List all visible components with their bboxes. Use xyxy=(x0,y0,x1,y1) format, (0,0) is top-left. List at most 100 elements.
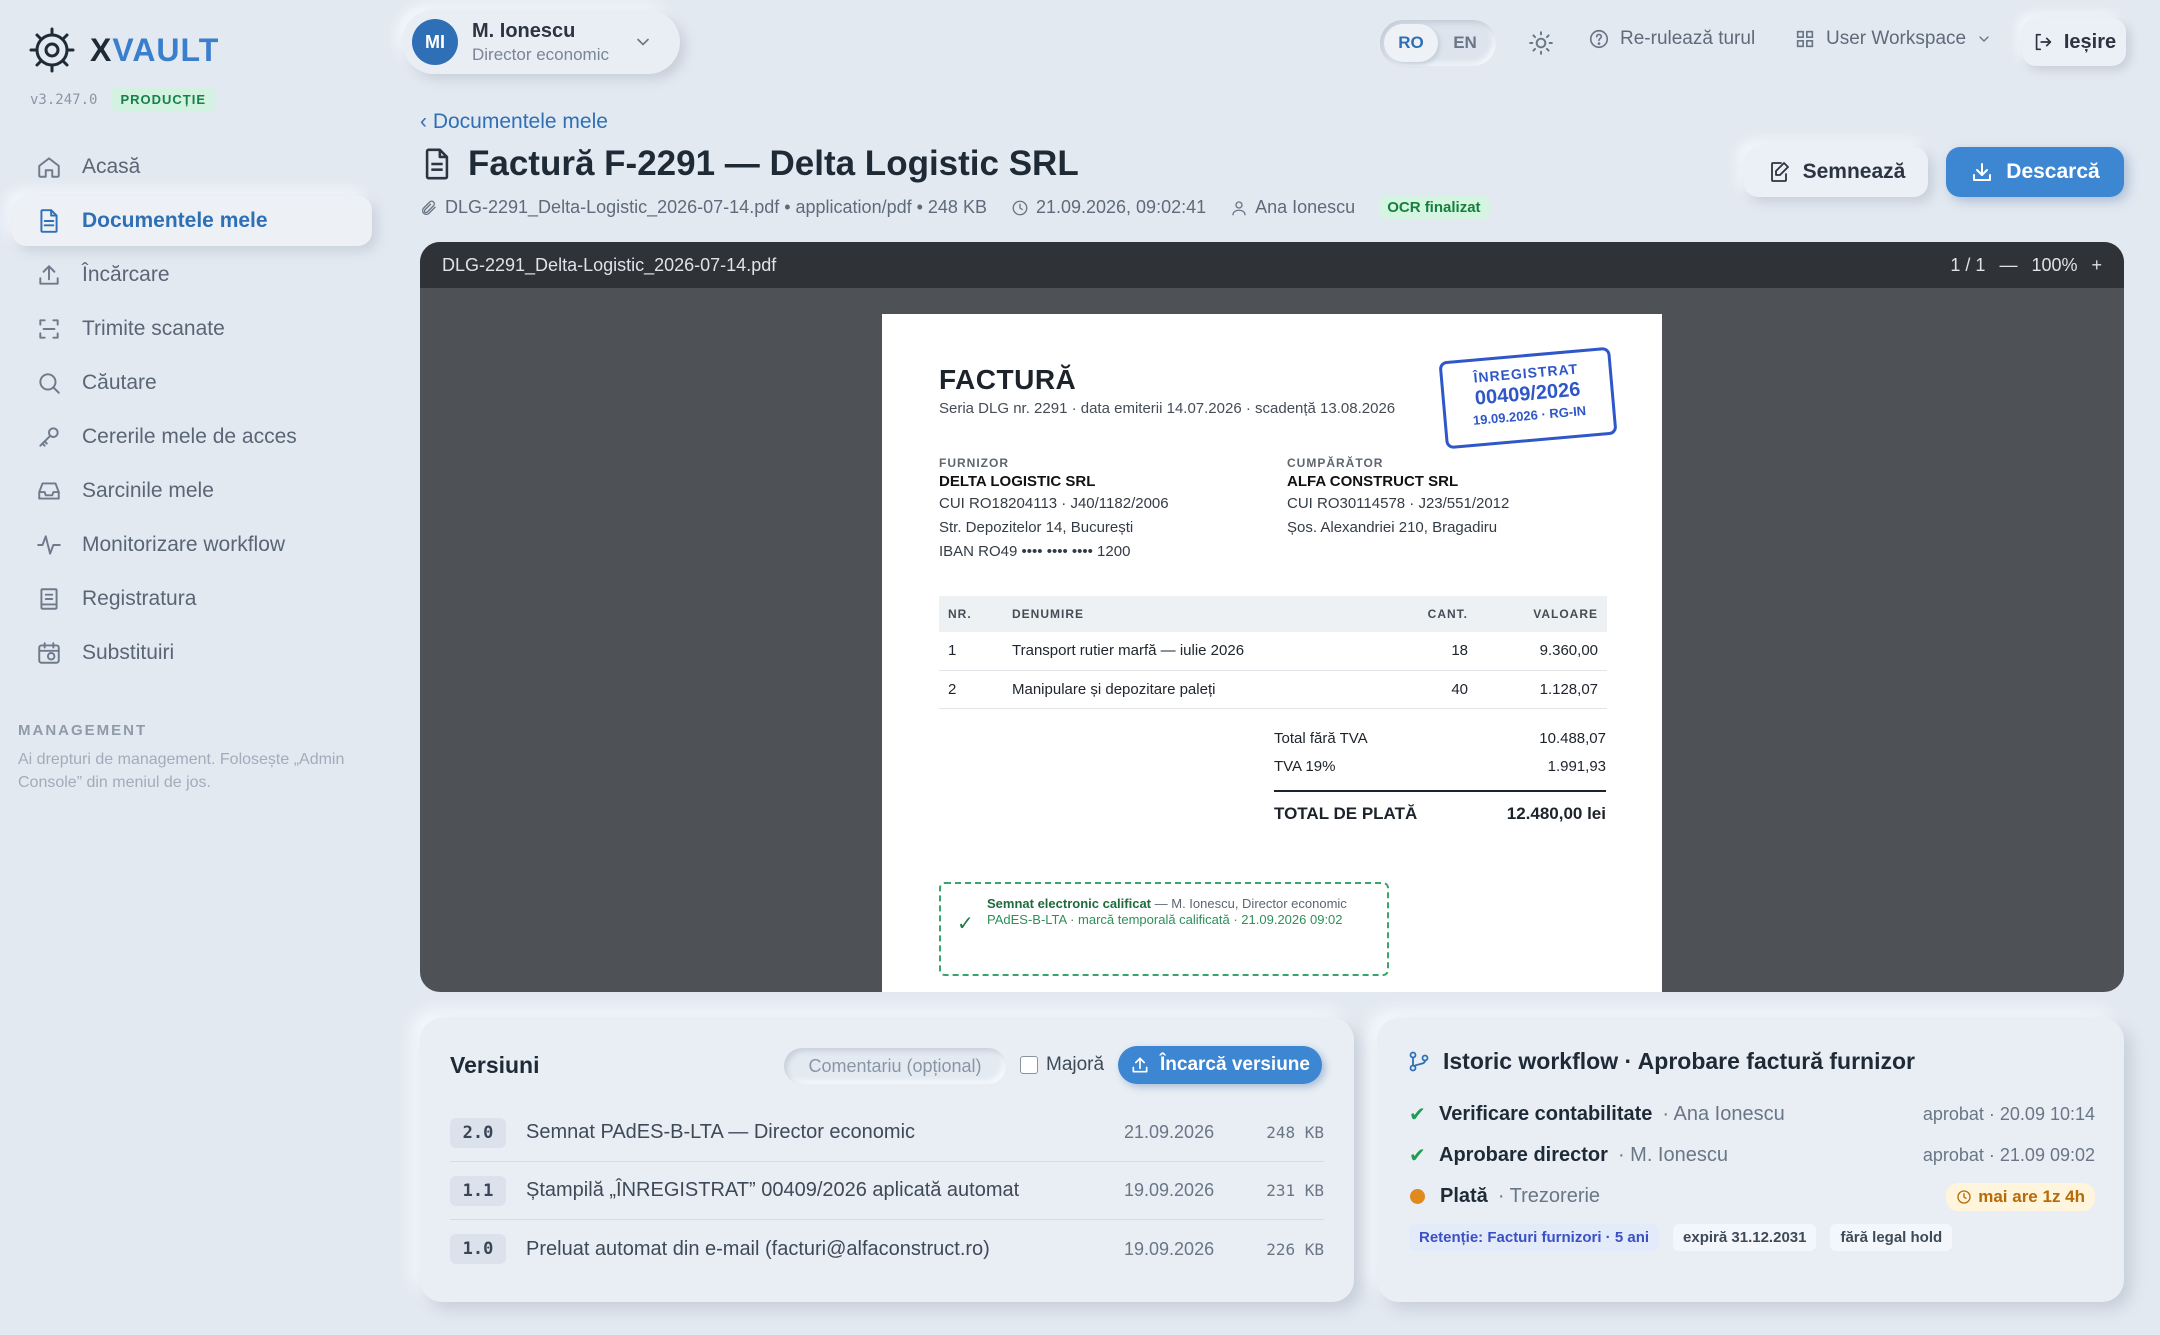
version-row[interactable]: 1.1 Ștampilă „ÎNREGISTRAT” 00409/2026 ap… xyxy=(450,1162,1324,1220)
version-row[interactable]: 1.0 Preluat automat din e-mail (facturi@… xyxy=(450,1220,1324,1278)
workflow-step: ✔ Verificare contabilitate · Ana Ionescu… xyxy=(1409,1094,2095,1135)
supplier-line1: CUI RO18204113 · J40/1182/2006 xyxy=(939,495,1169,512)
sign-button[interactable]: Semnează xyxy=(1744,147,1928,197)
logout-button[interactable]: Ieșire xyxy=(2022,18,2126,66)
supplier-line3: IBAN RO49 •••• •••• •••• 1200 xyxy=(939,543,1131,560)
upload-icon xyxy=(1132,1057,1148,1073)
sidebar-item-substituiri[interactable]: Substituiri xyxy=(12,628,372,678)
sidebar-item-label: Încărcare xyxy=(82,263,170,286)
version-size: 231 KB xyxy=(1266,1181,1324,1200)
retention-policy-badge[interactable]: Retenție: Facturi furnizori · 5 ani xyxy=(1409,1224,1660,1251)
workspace-label: User Workspace xyxy=(1826,28,1967,49)
pdf-viewer[interactable]: DLG-2291_Delta-Logistic_2026-07-14.pdf 1… xyxy=(420,242,2124,992)
user-menu[interactable]: MI M. Ionescu Director economic xyxy=(402,10,680,74)
version-description: Preluat automat din e-mail (facturi@alfa… xyxy=(526,1237,990,1260)
sidebar-item-label: Trimite scanate xyxy=(82,317,225,340)
user-info: M. Ionescu Director economic xyxy=(472,20,609,65)
version-description: Semnat PAdES-B-LTA — Director economic xyxy=(526,1121,916,1143)
version-date: 21.09.2026 xyxy=(1124,1122,1215,1142)
theme-toggle-button[interactable] xyxy=(1528,30,1554,56)
major-version-checkbox[interactable]: Majoră xyxy=(1020,1054,1104,1076)
version-comment-input[interactable] xyxy=(784,1048,1006,1084)
clock-icon xyxy=(1957,1189,1971,1204)
workflow-step-assignee: · Trezorerie xyxy=(1497,1185,1601,1207)
sidebar-item-incarcare[interactable]: Încărcare xyxy=(12,250,372,300)
sun-icon xyxy=(1529,31,1553,55)
chevron-down-icon xyxy=(637,38,649,46)
sidebar-item-documentele-mele[interactable]: Documentele mele xyxy=(12,196,372,246)
version-row[interactable]: 2.0 Semnat PAdES-B-LTA — Director econom… xyxy=(450,1104,1324,1162)
sidebar-item-sarcinile-mele[interactable]: Sarcinile mele xyxy=(12,466,372,516)
help-circle-icon xyxy=(1589,29,1609,49)
workflow-step-status: aprobat · 21.09 09:02 xyxy=(1922,1145,2095,1165)
sidebar-item-cererile-de-acces[interactable]: Cererile mele de acces xyxy=(12,412,372,462)
environment-badge: PRODUCȚIE xyxy=(111,88,215,111)
invoice-items-table: NR. DENUMIRE CANT. VALOARE 1 Transport r… xyxy=(939,596,1607,709)
check-icon: ✔ xyxy=(1409,1145,1426,1167)
supplier-line2: Str. Depozitelor 14, București xyxy=(939,519,1134,536)
sidebar-item-acasa[interactable]: Acasă xyxy=(12,142,372,192)
download-button[interactable]: Descarcă xyxy=(1946,147,2124,197)
registration-stamp: ÎNREGISTRAT 00409/2026 19.09.2026 · RG-I… xyxy=(1438,346,1618,450)
rerun-tour-button[interactable]: Re-rulează turul xyxy=(1588,28,1755,50)
supplier-name: DELTA LOGISTIC SRL xyxy=(939,473,1096,490)
zoom-out-button[interactable]: — xyxy=(1999,255,2017,276)
back-link[interactable]: ‹ Documentele mele xyxy=(420,110,608,134)
sidebar-item-cautare[interactable]: Căutare xyxy=(12,358,372,408)
buyer-line1: CUI RO30114578 · J23/551/2012 xyxy=(1287,495,1510,512)
buyer-line2: Șos. Alexandriei 210, Bragadiru xyxy=(1287,519,1498,536)
upload-icon xyxy=(39,265,59,285)
workflow-step: ✔ Aprobare director · M. Ionescu aprobat… xyxy=(1409,1135,2095,1176)
upload-version-button[interactable]: Încarcă versiune xyxy=(1118,1046,1322,1084)
scan-icon xyxy=(39,319,59,339)
column-nr: NR. xyxy=(939,596,1003,632)
viewer-filename: DLG-2291_Delta-Logistic_2026-07-14.pdf xyxy=(442,254,777,275)
total-vat-label: TVA 19% xyxy=(1274,757,1336,775)
sign-edit-icon xyxy=(1770,162,1789,182)
lang-ro-button[interactable]: RO xyxy=(1384,24,1438,62)
version-date: 19.09.2026 xyxy=(1124,1238,1215,1259)
download-label: Descarcă xyxy=(2006,160,2100,183)
total-vat-row: TVA 19% 1.991,93 xyxy=(1274,752,1606,780)
grid-icon xyxy=(1796,30,1814,48)
git-branch-icon xyxy=(1409,1051,1429,1071)
legal-hold-badge: fără legal hold xyxy=(1830,1224,1953,1251)
row-value: 9.360,00 xyxy=(1477,632,1607,671)
sidebar-item-label: Căutare xyxy=(82,371,157,394)
workspace-selector[interactable]: User Workspace xyxy=(1794,28,1992,50)
checkbox-box[interactable] xyxy=(1020,1056,1038,1074)
sidebar-item-monitorizare-workflow[interactable]: Monitorizare workflow xyxy=(12,520,372,570)
zoom-in-button[interactable]: + xyxy=(2091,255,2102,276)
table-header-row: NR. DENUMIRE CANT. VALOARE xyxy=(939,596,1607,632)
zoom-level: 100% xyxy=(2031,254,2078,275)
sidebar-item-registratura[interactable]: Registratura xyxy=(12,574,372,624)
versions-list: 2.0 Semnat PAdES-B-LTA — Director econom… xyxy=(450,1104,1324,1278)
row-name: Manipulare și depozitare paleți xyxy=(1003,670,1377,709)
rerun-tour-label: Re-rulează turul xyxy=(1620,28,1756,49)
buyer-block: CUMPĂRĂTOR ALFA CONSTRUCT SRL CUI RO3011… xyxy=(1287,454,1509,540)
app-logo[interactable]: XVAULT xyxy=(28,26,219,74)
document-title-row: Factură F-2291 — Delta Logistic SRL xyxy=(420,144,1079,184)
column-qty: CANT. xyxy=(1377,596,1477,632)
workflow-step-name: Plată xyxy=(1440,1185,1488,1207)
calendar-swap-icon xyxy=(38,642,60,664)
workflow-header: Istoric workflow · Aprobare factură furn… xyxy=(1407,1048,1915,1075)
invoice-subtitle: Seria DLG nr. 2291 · data emiterii 14.07… xyxy=(939,400,1396,417)
viewer-toolbar: DLG-2291_Delta-Logistic_2026-07-14.pdf 1… xyxy=(420,242,2124,288)
checkmark-icon: ✓ xyxy=(957,913,974,935)
lang-en-button[interactable]: EN xyxy=(1438,24,1492,62)
avatar: MI xyxy=(412,19,458,65)
clock-icon xyxy=(1012,200,1028,215)
version-tag: 1.1 xyxy=(450,1175,506,1206)
table-row: 1 Transport rutier marfă — iulie 2026 18… xyxy=(939,632,1607,671)
total-net-label: Total fără TVA xyxy=(1274,729,1368,747)
user-role: Director economic xyxy=(472,44,609,64)
document-owner: Ana Ionescu xyxy=(1255,197,1356,217)
viewer-controls: 1 / 1 — 100% + xyxy=(1950,255,2102,276)
vault-logo-icon xyxy=(29,27,75,73)
pdf-page: FACTURĂ Seria DLG nr. 2291 · data emiter… xyxy=(882,314,1662,992)
workflow-step-name: Verificare contabilitate xyxy=(1439,1103,1653,1125)
management-note: Ai drepturi de management. Folosește „Ad… xyxy=(18,751,345,791)
logout-label: Ieșire xyxy=(2063,30,2117,53)
sidebar-item-trimite-scanate[interactable]: Trimite scanate xyxy=(12,304,372,354)
